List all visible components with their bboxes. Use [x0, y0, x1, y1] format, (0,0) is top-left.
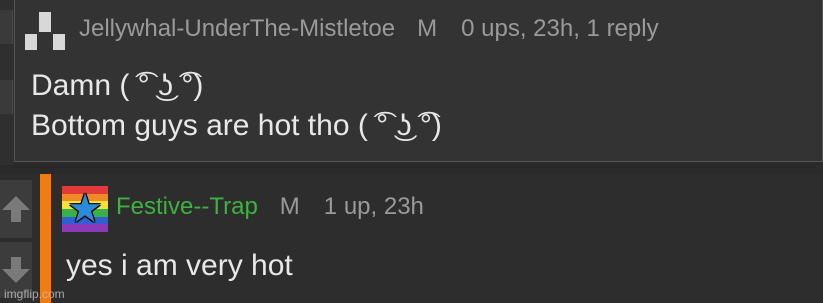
collapse-tab[interactable] — [0, 10, 13, 44]
reply-comment: ★ Festive--Trap M 1 up, 23h yes i am ver… — [0, 174, 823, 303]
avatar[interactable] — [23, 8, 67, 52]
gender-label: M — [279, 193, 300, 220]
comment-line: Bottom guys are hot tho ( ͡° ͜ʖ ͡°) — [31, 109, 442, 142]
arrow-down-icon — [2, 257, 30, 283]
gender-label: M — [417, 15, 438, 42]
star-icon: ★ — [67, 186, 103, 232]
comment-stats: 1 up, 23h — [323, 193, 424, 220]
comment-body: Damn ( ͡° ͜ʖ ͡°) Bottom guys are hot tho… — [31, 66, 442, 146]
comment-line: Damn ( ͡° ͜ʖ ͡°) — [31, 69, 204, 102]
username-link[interactable]: Jellywhal-UnderThe-Mistletoe — [79, 15, 395, 43]
comment-thread: Jellywhal-UnderThe-Mistletoe M 0 ups, 23… — [0, 0, 823, 303]
comment-meta: Festive--Trap M 1 up, 23h — [116, 193, 424, 221]
collapse-tab[interactable] — [0, 80, 13, 114]
avatar[interactable]: ★ — [62, 186, 108, 232]
watermark: imgflip.com — [4, 287, 65, 301]
comment-meta: Jellywhal-UnderThe-Mistletoe M 0 ups, 23… — [79, 15, 659, 43]
parent-comment: Jellywhal-UnderThe-Mistletoe M 0 ups, 23… — [14, 0, 823, 162]
username-link[interactable]: Festive--Trap — [116, 193, 258, 221]
thread-indicator-bar — [40, 174, 51, 303]
comment-stats: 0 ups, 23h, 1 reply — [461, 15, 659, 42]
left-gutter — [0, 0, 14, 165]
upvote-button[interactable] — [0, 180, 32, 238]
arrow-up-icon — [2, 196, 30, 222]
comment-body: yes i am very hot — [66, 249, 293, 282]
